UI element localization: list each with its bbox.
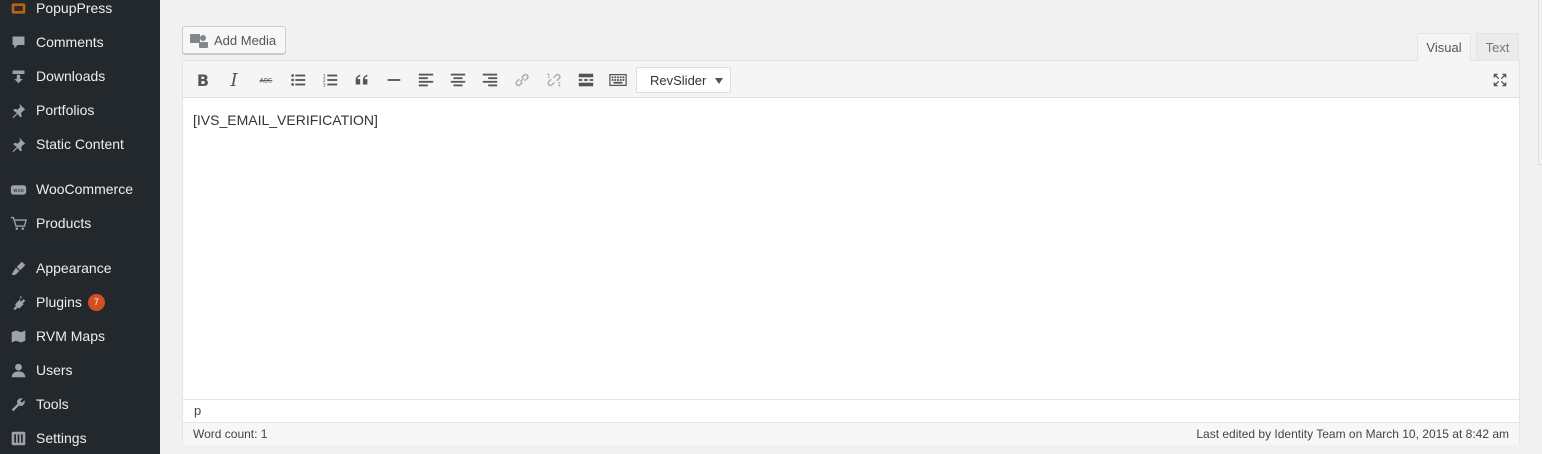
svg-text:woo: woo <box>13 188 23 194</box>
italic-button[interactable]: I <box>221 67 247 93</box>
sidebar-item-products[interactable]: Products <box>0 206 160 240</box>
sidebar-item-users[interactable]: Users <box>0 353 160 387</box>
sidebar-item-label: Products <box>36 215 92 231</box>
italic-icon: I <box>230 69 238 91</box>
sidebar-item-static-content[interactable]: Static Content <box>0 127 160 161</box>
add-media-button[interactable]: Add Media <box>182 26 286 54</box>
pin-icon <box>8 100 28 120</box>
svg-text:3: 3 <box>323 82 326 88</box>
sidebar-item-label: Settings <box>36 430 87 446</box>
align-center-icon <box>450 73 466 87</box>
sidebar-item-appearance[interactable]: Appearance <box>0 251 160 285</box>
fullscreen-button[interactable] <box>1487 67 1513 93</box>
editor-toolbar: B I ABC 123 RevSlider <box>183 61 1519 98</box>
read-more-button[interactable] <box>573 67 599 93</box>
sidebar-item-downloads[interactable]: Downloads <box>0 59 160 93</box>
revslider-label: RevSlider <box>650 72 707 88</box>
bold-icon: B <box>196 70 210 90</box>
download-icon <box>8 66 28 86</box>
element-path[interactable]: p <box>183 399 1519 422</box>
plugin-icon <box>8 292 28 312</box>
popuppress-icon <box>8 0 28 18</box>
keyboard-icon <box>609 73 627 87</box>
sidebar-item-label: Downloads <box>36 68 106 84</box>
align-right-button[interactable] <box>477 67 503 93</box>
read-more-icon <box>578 73 594 87</box>
cart-icon <box>8 213 28 233</box>
toolbar-toggle-button[interactable] <box>605 67 631 93</box>
sidebar-item-label: RVM Maps <box>36 328 105 344</box>
paintbrush-icon <box>8 258 28 278</box>
sidebar-item-label: Static Content <box>36 136 124 152</box>
revslider-dropdown[interactable]: RevSlider <box>636 67 731 93</box>
editor-status-bar: Word count: 1 Last edited by Identity Te… <box>183 422 1519 445</box>
sidebar-item-popuppress[interactable]: PopupPress <box>0 0 160 25</box>
horizontal-line-button[interactable] <box>381 67 407 93</box>
word-count: Word count: 1 <box>193 427 268 441</box>
unlink-icon <box>547 73 561 87</box>
sidebar-item-label: PopupPress <box>36 0 113 16</box>
remove-link-button[interactable] <box>541 67 567 93</box>
user-icon <box>8 360 28 380</box>
fullscreen-icon <box>1493 73 1507 87</box>
admin-sidebar: PopupPress Comments Downloads Portfolios… <box>0 0 160 454</box>
sidebar-item-rvm-maps[interactable]: RVM Maps <box>0 319 160 353</box>
sidebar-item-label: Appearance <box>36 260 112 276</box>
sidebar-item-label: Comments <box>36 34 104 50</box>
sidebar-item-label: Plugins <box>36 294 82 310</box>
insert-link-button[interactable] <box>509 67 535 93</box>
horizontal-line-icon <box>387 79 401 81</box>
sidebar-item-plugins[interactable]: Plugins 7 <box>0 285 160 319</box>
editor-content[interactable]: [IVS_EMAIL_VERIFICATION] <box>193 112 378 128</box>
comment-icon <box>8 32 28 52</box>
blockquote-button[interactable] <box>349 67 375 93</box>
content-editor: B I ABC 123 RevSlider [IVS_EMAIL_VERIFIC… <box>182 60 1520 445</box>
link-icon <box>515 73 529 87</box>
sidebar-item-settings[interactable]: Settings <box>0 421 160 454</box>
align-left-icon <box>418 73 434 87</box>
sidebar-item-label: Users <box>36 362 73 378</box>
align-right-icon <box>482 73 498 87</box>
bulleted-list-icon <box>291 74 306 86</box>
strikethrough-icon: ABC <box>260 78 274 85</box>
caret-down-icon <box>715 78 723 84</box>
tab-text[interactable]: Text <box>1476 33 1519 61</box>
plugin-update-count-badge: 7 <box>87 293 105 311</box>
sidebar-item-tools[interactable]: Tools <box>0 387 160 421</box>
strikethrough-button[interactable]: ABC <box>253 67 279 93</box>
sidebar-item-label: Portfolios <box>36 102 95 118</box>
scrollbar-edge[interactable] <box>1538 0 1542 165</box>
align-center-button[interactable] <box>445 67 471 93</box>
map-icon <box>8 326 28 346</box>
tab-visual[interactable]: Visual <box>1417 33 1471 61</box>
numbered-list-icon: 123 <box>323 73 338 88</box>
pin-icon <box>8 134 28 154</box>
sidebar-item-label: Tools <box>36 396 69 412</box>
align-left-button[interactable] <box>413 67 439 93</box>
numbered-list-button[interactable]: 123 <box>317 67 343 93</box>
wrench-icon <box>8 394 28 414</box>
settings-icon <box>8 428 28 448</box>
bulleted-list-button[interactable] <box>285 67 311 93</box>
sidebar-item-portfolios[interactable]: Portfolios <box>0 93 160 127</box>
svg-text:ABC: ABC <box>260 78 274 85</box>
blockquote-icon <box>355 74 368 85</box>
sidebar-item-comments[interactable]: Comments <box>0 25 160 59</box>
sidebar-item-woocommerce[interactable]: woo WooCommerce <box>0 172 160 206</box>
add-media-label: Add Media <box>214 32 277 48</box>
bold-button[interactable]: B <box>190 67 216 93</box>
sidebar-item-label: WooCommerce <box>36 181 133 197</box>
woocommerce-icon: woo <box>8 179 28 199</box>
media-icon <box>190 34 208 48</box>
last-edited-info: Last edited by Identity Team on March 10… <box>1196 427 1509 441</box>
